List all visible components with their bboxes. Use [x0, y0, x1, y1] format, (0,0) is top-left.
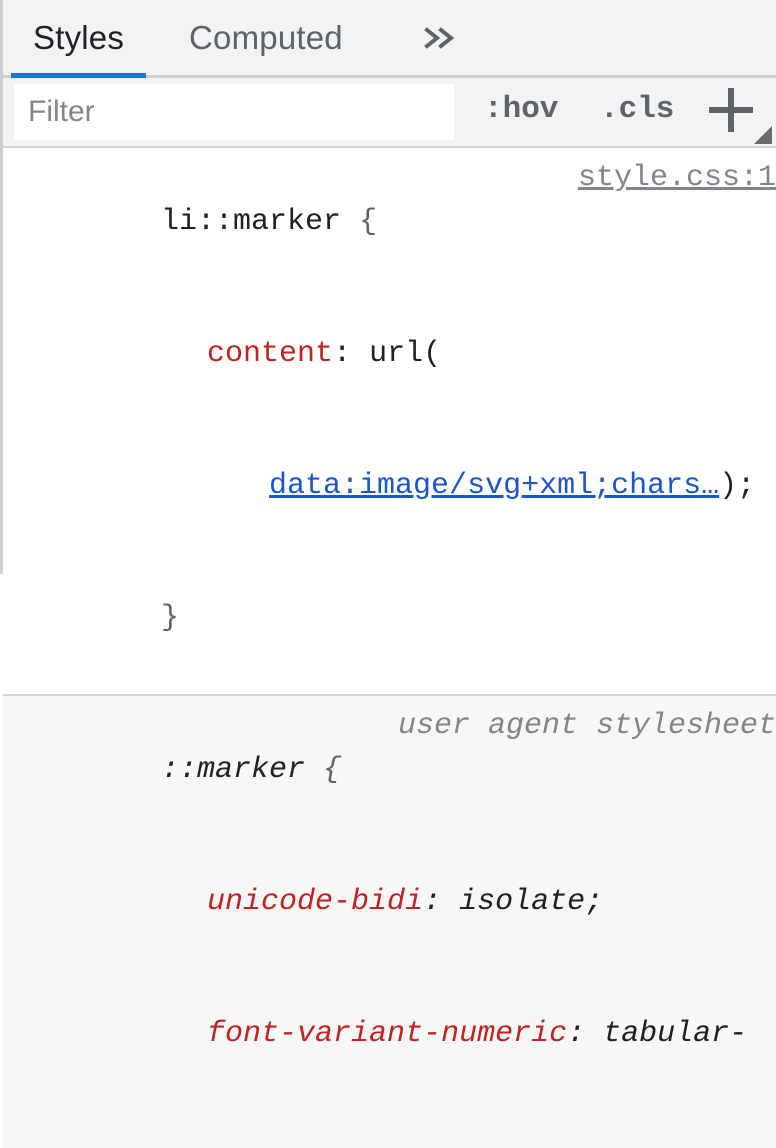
declaration-property[interactable]: content — [207, 337, 333, 371]
data-url-link[interactable]: data:image/svg+xml;chars… — [269, 469, 719, 503]
tab-styles[interactable]: Styles — [11, 0, 146, 75]
declaration-colon: : — [333, 337, 351, 371]
double-chevron-right-icon[interactable] — [407, 0, 475, 75]
tab-computed-label: Computed — [189, 19, 343, 57]
declaration-line: unicode-bidi: isolate; — [3, 836, 776, 968]
css-rules-list: style.css:1 li::marker { content: url( d… — [3, 148, 776, 1148]
toggle-pseudo-states-button[interactable]: :hov — [484, 92, 558, 127]
rule-selector: ::marker — [161, 753, 305, 787]
declaration-line: font-variant-numeric: tabular- — [3, 968, 776, 1100]
declaration-line: content: url( — [3, 288, 776, 420]
plus-icon[interactable] — [709, 88, 753, 132]
rule-close-brace-line: } — [3, 552, 776, 684]
toggle-element-classes-button[interactable]: .cls — [600, 92, 674, 127]
rule-selector-line: li::marker { — [3, 156, 776, 288]
css-rule-author[interactable]: style.css:1 li::marker { content: url( d… — [3, 148, 776, 696]
declaration-value-wrap-line: data:image/svg+xml;chars…); — [3, 420, 776, 552]
declaration-colon: : — [567, 1017, 585, 1051]
declaration-property: font-variant-numeric — [207, 1017, 567, 1051]
declaration-value: isolate; — [459, 885, 603, 919]
tab-styles-label: Styles — [33, 19, 124, 57]
declaration-value-suffix: ); — [719, 469, 755, 503]
filter-input[interactable] — [14, 84, 454, 140]
resize-grip-icon[interactable] — [754, 126, 772, 144]
declaration-value-line1: tabular- — [603, 1017, 747, 1051]
styles-toolbar: :hov .cls — [3, 78, 776, 148]
declaration-value-prefix: url( — [369, 337, 441, 371]
rule-selector[interactable]: li::marker — [161, 205, 341, 239]
css-rule-user-agent[interactable]: user agent stylesheet ::marker { unicode… — [3, 696, 776, 1148]
tab-computed[interactable]: Computed — [167, 0, 365, 75]
panel-tab-bar: Styles Computed — [3, 0, 776, 78]
rule-open-brace: { — [323, 753, 341, 787]
rule-open-brace: { — [359, 205, 377, 239]
rule-close-brace: } — [161, 601, 179, 635]
rule-selector-line: ::marker { — [3, 704, 776, 836]
declaration-property: unicode-bidi — [207, 885, 423, 919]
styles-panel: Styles Computed :hov .cls style.css:1 li… — [0, 0, 776, 574]
declaration-colon: : — [423, 885, 441, 919]
declaration-value-wrap-line: nums; — [3, 1100, 776, 1148]
